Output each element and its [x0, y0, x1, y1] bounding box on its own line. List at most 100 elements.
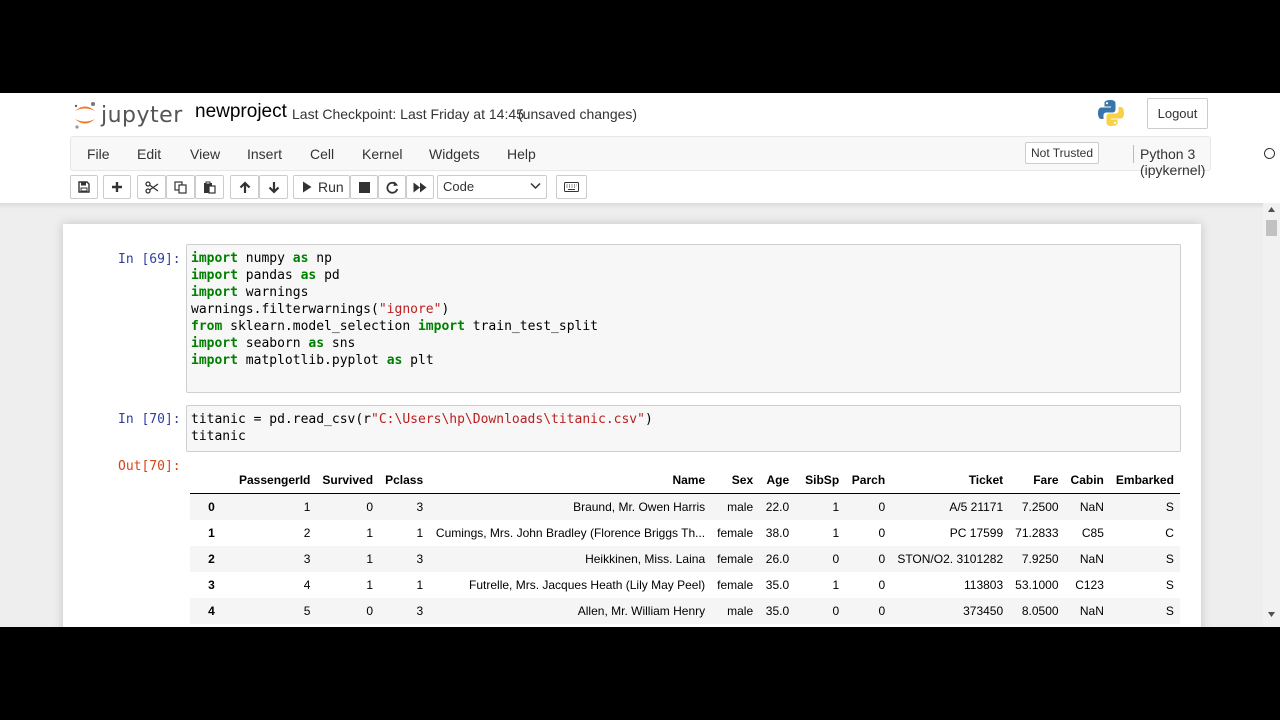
table-cell: 0 — [845, 546, 892, 572]
notebook-name[interactable]: newproject — [195, 101, 287, 123]
column-header: Name — [429, 467, 712, 494]
logout-button[interactable]: Logout — [1147, 98, 1208, 129]
code-line: import seaborn as sns — [191, 336, 356, 351]
table-cell: 1 — [233, 493, 317, 520]
column-header: Cabin — [1064, 467, 1110, 494]
table-cell: S — [1109, 598, 1180, 624]
table-header-row: PassengerId Survived Pclass Name Sex Age… — [190, 467, 1180, 494]
table-cell: 3 — [379, 546, 430, 572]
code-block: titanic = pd.read_csv(r"C:\Users\hp\Down… — [191, 411, 653, 445]
table-cell: 1 — [366, 526, 374, 540]
table-cell: 373450 — [891, 598, 1010, 624]
table-cell: NaN — [1064, 546, 1110, 572]
table-cell: S — [1165, 578, 1174, 592]
code-cell-input[interactable]: titanic = pd.read_csv(r"C:\Users\hp\Down… — [186, 405, 1181, 452]
code-line: titanic — [191, 429, 246, 444]
column-header: Parch — [845, 467, 892, 494]
table-cell: Braund, Mr. Owen Harris — [429, 493, 712, 520]
table-cell: 0 — [316, 598, 380, 624]
code-line: titanic = pd.read_csv(r"C:\Users\hp\Down… — [191, 412, 653, 427]
save-icon — [78, 181, 90, 193]
notebook-container: In [69]: import numpy as np import panda… — [63, 224, 1201, 627]
code-cell-input[interactable]: import numpy as np import pandas as pd i… — [186, 244, 1181, 393]
table-cell: 7.9250 — [1009, 546, 1065, 572]
table-cell: 0 — [316, 493, 380, 520]
move-down-icon — [268, 181, 279, 194]
header-shadow — [0, 203, 1280, 209]
table-cell: 8.0500 — [1009, 598, 1065, 624]
table-cell: PC 17599 — [949, 526, 1004, 540]
move-down-button[interactable] — [259, 175, 288, 199]
copy-button[interactable] — [166, 175, 195, 199]
scrollbar-thumb[interactable] — [1266, 220, 1277, 236]
column-header: Age — [759, 467, 796, 494]
cut-icon — [144, 180, 158, 194]
row-index: 2 — [190, 546, 233, 572]
jupyter-logo[interactable]: jupyter — [73, 99, 183, 131]
move-up-icon — [239, 180, 250, 193]
interrupt-button[interactable] — [350, 175, 378, 199]
code-line: from sklearn.model_selection import trai… — [191, 319, 599, 334]
table-cell: 38.0 — [765, 526, 790, 540]
paste-button[interactable] — [195, 175, 224, 199]
move-up-button[interactable] — [230, 175, 259, 199]
table-body: 0 1 0 3 Braund, Mr. Owen Harris male 22.0 1 0 A/5… — [190, 493, 1180, 624]
restart-run-all-button[interactable] — [406, 175, 434, 199]
cell-type-select[interactable]: Code — [437, 175, 547, 199]
command-palette-button[interactable] — [556, 175, 587, 199]
menu-help[interactable]: Help — [507, 146, 536, 162]
cell-type-value: Code — [443, 179, 475, 194]
menu-view[interactable]: View — [190, 146, 220, 162]
table-cell: 4 — [303, 578, 311, 592]
not-trusted-button[interactable]: Not Trusted — [1025, 142, 1100, 164]
menu-widgets[interactable]: Widgets — [429, 146, 480, 162]
table-cell: 113803 — [964, 578, 1004, 592]
stop-icon — [358, 181, 370, 193]
table-row: 1 2 1 1 Cumings, Mrs. John Bradley (Florence… — [190, 520, 1180, 546]
table-cell: 0 — [795, 598, 846, 624]
table-cell: 1 — [832, 578, 840, 592]
output-prompt: Out[70]: — [118, 459, 181, 474]
menubar: File Edit View Insert Cell Kernel Widget… — [70, 136, 1275, 178]
table-row: 4 5 0 3 Allen, Mr. William Henry male 35.0 0 0 37… — [190, 598, 1180, 624]
autosave-status: (unsaved changes) — [518, 106, 638, 122]
table-cell: Cumings, Mrs. John Bradley (Florence Bri… — [435, 526, 706, 540]
scroll-down-icon[interactable] — [1268, 612, 1275, 617]
table-cell: S — [1109, 546, 1180, 572]
table-cell: female — [711, 546, 760, 572]
table-cell: 3 — [379, 493, 430, 520]
save-button[interactable] — [70, 175, 98, 199]
restart-button[interactable] — [378, 175, 406, 199]
menu-file[interactable]: File — [87, 146, 110, 162]
jupyter-logo-icon — [74, 102, 95, 129]
column-header: Sex — [711, 467, 760, 494]
menu-kernel[interactable]: Kernel — [362, 146, 402, 162]
copy-icon — [174, 180, 187, 194]
menu-edit[interactable]: Edit — [137, 146, 161, 162]
add-cell-button[interactable] — [103, 175, 131, 199]
table-cell: Futrelle, Mrs. Jacques Heath (Lily May P… — [469, 578, 706, 592]
table-row: 2 3 1 3 Heikkinen, Miss. Laina female 26.0 0 0 ST… — [190, 546, 1180, 572]
scroll-up-icon[interactable] — [1268, 207, 1275, 212]
table-cell: 3 — [233, 546, 317, 572]
table-cell: Allen, Mr. William Henry — [429, 598, 712, 624]
cut-button[interactable] — [137, 175, 166, 199]
column-header: Fare — [1009, 467, 1065, 494]
vertical-scrollbar[interactable] — [1263, 203, 1280, 627]
code-line: import pandas as pd — [191, 268, 340, 283]
table-cell: 1 — [366, 578, 374, 592]
table-cell: A/5 21171 — [891, 493, 1010, 520]
menu-cell[interactable]: Cell — [310, 146, 334, 162]
table-cell: female — [717, 526, 754, 540]
input-prompt: In [70]: — [118, 412, 181, 427]
checkpoint-status: Last Checkpoint: Last Friday at 14:45 — [292, 106, 524, 122]
menu-insert[interactable]: Insert — [247, 146, 282, 162]
row-index: 4 — [190, 598, 233, 624]
row-index: 1 — [208, 526, 215, 540]
python-logo-icon — [1096, 98, 1126, 133]
table-cell: C123 — [1075, 578, 1104, 592]
table-cell: 5 — [233, 598, 317, 624]
input-prompt: In [69]: — [118, 252, 181, 267]
run-button[interactable]: Run — [293, 175, 350, 199]
kernel-name[interactable]: Python 3 (ipykernel) — [1140, 146, 1210, 178]
